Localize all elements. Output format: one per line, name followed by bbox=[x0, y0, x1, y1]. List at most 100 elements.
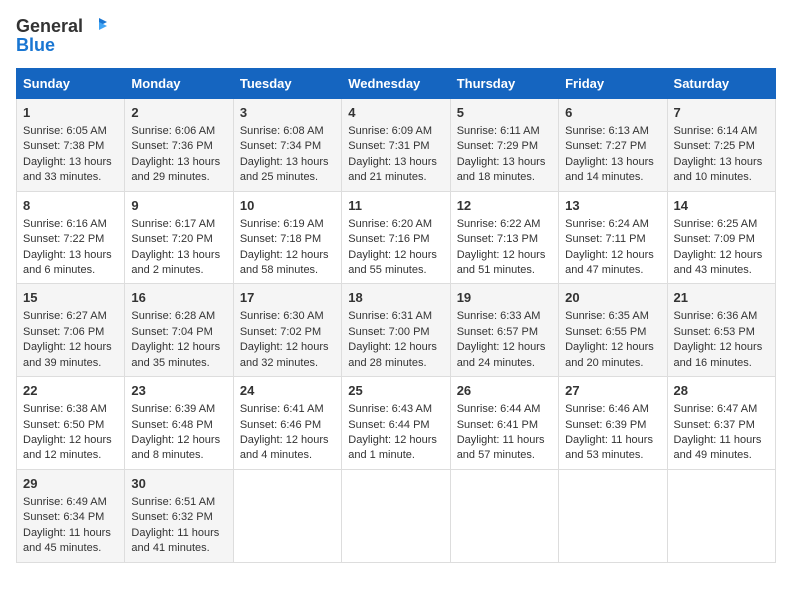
cell-info-line: Sunset: 7:34 PM bbox=[240, 139, 335, 154]
cell-info-line: and 43 minutes. bbox=[674, 263, 769, 278]
week-row-4: 22Sunrise: 6:38 AMSunset: 6:50 PMDayligh… bbox=[17, 377, 776, 470]
cell-info-line: and 16 minutes. bbox=[674, 356, 769, 371]
logo-container: General Blue bbox=[16, 16, 107, 56]
calendar-cell: 10 Sunrise: 6:19 AMSunset: 7:18 PMDayligh… bbox=[233, 191, 341, 284]
week-row-2: 8Sunrise: 6:16 AMSunset: 7:22 PMDaylight… bbox=[17, 191, 776, 284]
cell-info-line: Sunrise: 6:30 AM bbox=[240, 309, 335, 324]
day-number: 25 bbox=[348, 382, 443, 400]
cell-info-line: and 21 minutes. bbox=[348, 170, 443, 185]
cell-info-line: and 20 minutes. bbox=[565, 356, 660, 371]
logo-text-general: General bbox=[16, 17, 83, 37]
cell-info-line: Daylight: 12 hours bbox=[674, 340, 769, 355]
cell-info-line: Daylight: 12 hours bbox=[348, 433, 443, 448]
cell-info-line: Daylight: 12 hours bbox=[131, 433, 226, 448]
calendar-cell: 14Sunrise: 6:25 AMSunset: 7:09 PMDayligh… bbox=[667, 191, 775, 284]
calendar-cell: 27Sunrise: 6:46 AMSunset: 6:39 PMDayligh… bbox=[559, 377, 667, 470]
cell-info-line: Sunrise: 6:38 AM bbox=[23, 402, 118, 417]
cell-info-line: Sunset: 6:57 PM bbox=[457, 325, 552, 340]
cell-info-line: Daylight: 12 hours bbox=[674, 248, 769, 263]
cell-info-line: Sunset: 7:31 PM bbox=[348, 139, 443, 154]
cell-info-line: Sunset: 6:41 PM bbox=[457, 418, 552, 433]
cell-info-line: Sunset: 7:25 PM bbox=[674, 139, 769, 154]
cell-info-line: Sunrise: 6:06 AM bbox=[131, 124, 226, 139]
day-number: 3 bbox=[240, 104, 335, 122]
cell-info-line: Sunset: 7:16 PM bbox=[348, 232, 443, 247]
cell-info-line: Sunset: 7:04 PM bbox=[131, 325, 226, 340]
cell-info-line: Sunset: 6:53 PM bbox=[674, 325, 769, 340]
calendar-cell: 22Sunrise: 6:38 AMSunset: 6:50 PMDayligh… bbox=[17, 377, 125, 470]
calendar-cell: 7Sunrise: 6:14 AMSunset: 7:25 PMDaylight… bbox=[667, 98, 775, 191]
cell-info-line: Sunrise: 6:14 AM bbox=[674, 124, 769, 139]
calendar-cell: 24Sunrise: 6:41 AMSunset: 6:46 PMDayligh… bbox=[233, 377, 341, 470]
cell-info-line: Sunrise: 6:17 AM bbox=[131, 217, 226, 232]
calendar-cell bbox=[450, 469, 558, 562]
cell-info-line: Daylight: 12 hours bbox=[457, 248, 552, 263]
logo-bird-icon bbox=[85, 16, 107, 38]
calendar-cell bbox=[559, 469, 667, 562]
day-number: 18 bbox=[348, 289, 443, 307]
day-number: 30 bbox=[131, 475, 226, 493]
cell-info-line: and 25 minutes. bbox=[240, 170, 335, 185]
cell-info-line: Daylight: 12 hours bbox=[240, 248, 335, 263]
cell-info-line: and 39 minutes. bbox=[23, 356, 118, 371]
cell-info-line: and 4 minutes. bbox=[240, 448, 335, 463]
day-number: 9 bbox=[131, 197, 226, 215]
cell-info-line: and 2 minutes. bbox=[131, 263, 226, 278]
cell-info-line: Sunrise: 6:51 AM bbox=[131, 495, 226, 510]
cell-info-line: Sunrise: 6:16 AM bbox=[23, 217, 118, 232]
day-number: 24 bbox=[240, 382, 335, 400]
cell-info-line: Sunrise: 6:11 AM bbox=[457, 124, 552, 139]
cell-info-line: Sunrise: 6:08 AM bbox=[240, 124, 335, 139]
cell-info-line: Sunrise: 6:24 AM bbox=[565, 217, 660, 232]
day-number: 5 bbox=[457, 104, 552, 122]
cell-info-line: Sunrise: 6:19 AM bbox=[240, 217, 335, 232]
cell-info-line: and 29 minutes. bbox=[131, 170, 226, 185]
cell-info-line: Daylight: 13 hours bbox=[457, 155, 552, 170]
calendar-cell: 16Sunrise: 6:28 AMSunset: 7:04 PMDayligh… bbox=[125, 284, 233, 377]
cell-info-line: Daylight: 13 hours bbox=[131, 155, 226, 170]
week-row-5: 29Sunrise: 6:49 AMSunset: 6:34 PMDayligh… bbox=[17, 469, 776, 562]
cell-info-line: Daylight: 12 hours bbox=[23, 433, 118, 448]
day-number: 7 bbox=[674, 104, 769, 122]
cell-info-line: Sunset: 7:22 PM bbox=[23, 232, 118, 247]
calendar-cell: 3Sunrise: 6:08 AMSunset: 7:34 PMDaylight… bbox=[233, 98, 341, 191]
calendar-table: SundayMondayTuesdayWednesdayThursdayFrid… bbox=[16, 68, 776, 563]
cell-info-line: and 41 minutes. bbox=[131, 541, 226, 556]
day-number: 10 bbox=[240, 197, 335, 215]
cell-info-line: Sunset: 6:44 PM bbox=[348, 418, 443, 433]
day-number: 13 bbox=[565, 197, 660, 215]
cell-info-line: Sunset: 7:11 PM bbox=[565, 232, 660, 247]
calendar-cell: 9Sunrise: 6:17 AMSunset: 7:20 PMDaylight… bbox=[125, 191, 233, 284]
week-row-3: 15Sunrise: 6:27 AMSunset: 7:06 PMDayligh… bbox=[17, 284, 776, 377]
calendar-cell: 29Sunrise: 6:49 AMSunset: 6:34 PMDayligh… bbox=[17, 469, 125, 562]
cell-info-line: and 1 minute. bbox=[348, 448, 443, 463]
cell-info-line: Sunset: 6:37 PM bbox=[674, 418, 769, 433]
cell-info-line: Daylight: 11 hours bbox=[131, 526, 226, 541]
day-number: 19 bbox=[457, 289, 552, 307]
cell-info-line: Sunrise: 6:13 AM bbox=[565, 124, 660, 139]
calendar-body: 1Sunrise: 6:05 AMSunset: 7:38 PMDaylight… bbox=[17, 98, 776, 562]
calendar-cell: 21Sunrise: 6:36 AMSunset: 6:53 PMDayligh… bbox=[667, 284, 775, 377]
cell-info-line: Sunrise: 6:39 AM bbox=[131, 402, 226, 417]
cell-info-line: Sunset: 6:46 PM bbox=[240, 418, 335, 433]
cell-info-line: Sunrise: 6:22 AM bbox=[457, 217, 552, 232]
day-number: 4 bbox=[348, 104, 443, 122]
cell-info-line: Daylight: 12 hours bbox=[348, 340, 443, 355]
cell-info-line: and 45 minutes. bbox=[23, 541, 118, 556]
cell-info-line: and 47 minutes. bbox=[565, 263, 660, 278]
calendar-cell: 28Sunrise: 6:47 AMSunset: 6:37 PMDayligh… bbox=[667, 377, 775, 470]
cell-info-line: Sunset: 6:48 PM bbox=[131, 418, 226, 433]
cell-info-line: Sunrise: 6:31 AM bbox=[348, 309, 443, 324]
cell-info-line: and 57 minutes. bbox=[457, 448, 552, 463]
cell-info-line: Sunset: 6:34 PM bbox=[23, 510, 118, 525]
cell-info-line: Sunrise: 6:09 AM bbox=[348, 124, 443, 139]
cell-info-line: Sunrise: 6:46 AM bbox=[565, 402, 660, 417]
cell-info-line: Daylight: 12 hours bbox=[565, 340, 660, 355]
cell-info-line: and 53 minutes. bbox=[565, 448, 660, 463]
calendar-cell: 17Sunrise: 6:30 AMSunset: 7:02 PMDayligh… bbox=[233, 284, 341, 377]
day-number: 2 bbox=[131, 104, 226, 122]
column-header-sunday: Sunday bbox=[17, 68, 125, 98]
cell-info-line: and 12 minutes. bbox=[23, 448, 118, 463]
cell-info-line: Sunset: 7:18 PM bbox=[240, 232, 335, 247]
day-number: 21 bbox=[674, 289, 769, 307]
